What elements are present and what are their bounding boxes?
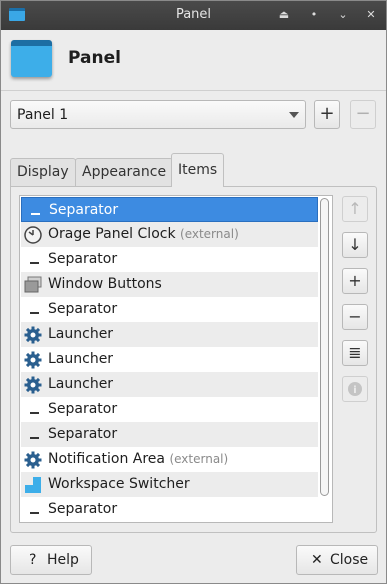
dialog-header: Panel — [1, 30, 386, 91]
item-name: Separator — [48, 426, 118, 442]
list-item[interactable]: Separator — [21, 297, 318, 322]
panel-select[interactable]: Panel 1 — [10, 100, 306, 129]
item-name: Separator — [48, 301, 118, 317]
item-name: Launcher — [48, 326, 114, 342]
item-extra: (external) — [169, 452, 229, 466]
panel-select-value: Panel 1 — [17, 107, 69, 123]
list-item-label: Launcher — [48, 372, 113, 397]
tab-items[interactable]: Items — [171, 153, 225, 187]
separator-icon — [24, 401, 42, 419]
list-item[interactable]: Orage Panel Clock (external) — [21, 222, 318, 247]
dialog-heading: Panel — [68, 48, 121, 68]
title-bar[interactable]: Panel ⏏ • ⌄ ✕ — [1, 1, 386, 30]
item-name: Workspace Switcher — [48, 476, 190, 492]
help-button[interactable]: ? Help — [10, 545, 92, 575]
list-item-label: Separator — [48, 497, 117, 522]
help-label: Help — [47, 552, 79, 568]
gear-icon — [24, 376, 42, 394]
item-name: Orage Panel Clock — [48, 226, 176, 242]
panel-icon — [11, 40, 52, 77]
separator-icon — [24, 251, 42, 269]
scrollbar[interactable] — [320, 198, 329, 496]
list-item[interactable]: Launcher — [21, 372, 318, 397]
list-item-label: Notification Area (external) — [48, 447, 228, 472]
list-item-label: Orage Panel Clock (external) — [48, 222, 239, 247]
list-item[interactable]: Notification Area (external) — [21, 447, 318, 472]
list-item[interactable]: Separator — [21, 247, 318, 272]
item-name: Separator — [49, 202, 119, 218]
list-item-label: Workspace Switcher — [48, 472, 190, 497]
list-item-label: Separator — [48, 397, 117, 422]
remove-item-button[interactable]: − — [342, 304, 368, 330]
maximize-icon[interactable]: ⌄ — [335, 7, 351, 23]
info-icon: i — [348, 382, 362, 396]
add-panel-button[interactable]: + — [314, 100, 340, 129]
list-item[interactable]: Separator — [21, 422, 318, 447]
item-name: Notification Area — [48, 451, 165, 467]
move-up-button[interactable]: ↑ — [342, 196, 368, 222]
svg-text:i: i — [353, 385, 356, 396]
list-item[interactable]: Separator — [21, 197, 318, 222]
close-icon: ✕ — [311, 552, 323, 568]
list-item[interactable]: Workspace Switcher — [21, 472, 318, 497]
list-item-label: Launcher — [48, 322, 113, 347]
list-item[interactable]: Separator — [21, 397, 318, 422]
window-buttons-icon — [24, 276, 42, 294]
move-down-button[interactable]: ↓ — [342, 232, 368, 258]
item-name: Separator — [48, 401, 118, 417]
gear-icon — [24, 326, 42, 344]
chevron-down-icon — [289, 112, 299, 118]
separator-icon — [24, 501, 42, 519]
remove-panel-button[interactable]: − — [350, 100, 376, 129]
clock-icon — [24, 226, 42, 244]
list-item-label: Window Buttons — [48, 272, 162, 297]
about-item-button[interactable]: i — [342, 376, 368, 402]
item-name: Separator — [48, 251, 118, 267]
panel-preferences-window: Panel ⏏ • ⌄ ✕ Panel Panel 1 + − Display … — [0, 0, 387, 584]
header-divider — [1, 90, 386, 91]
panel-items-list[interactable]: Separator Orage Panel Clock (external) Sep… — [19, 195, 333, 523]
separator-icon — [24, 426, 42, 444]
shade-icon[interactable]: ⏏ — [276, 7, 292, 23]
item-name: Launcher — [48, 351, 114, 367]
tab-display[interactable]: Display — [10, 158, 76, 186]
workspace-icon — [24, 476, 42, 494]
list-item[interactable]: Launcher — [21, 322, 318, 347]
separator-icon — [25, 202, 43, 220]
list-item-label: Separator — [48, 297, 117, 322]
list-item[interactable]: Launcher — [21, 347, 318, 372]
list-item-label: Launcher — [48, 347, 113, 372]
item-name: Window Buttons — [48, 276, 162, 292]
window-title: Panel — [175, 7, 212, 22]
gear-icon — [24, 451, 42, 469]
list-item-label: Separator — [49, 198, 118, 223]
item-name: Separator — [48, 501, 118, 517]
list-item[interactable]: Window Buttons — [21, 272, 318, 297]
minimize-icon[interactable]: • — [306, 7, 322, 23]
close-window-icon[interactable]: ✕ — [363, 7, 379, 23]
add-item-button[interactable]: + — [342, 268, 368, 294]
list-item-label: Separator — [48, 422, 117, 447]
help-icon: ? — [29, 552, 37, 568]
item-name: Launcher — [48, 376, 114, 392]
tab-appearance[interactable]: Appearance — [75, 158, 174, 186]
separator-icon — [24, 301, 42, 319]
edit-item-button[interactable]: ≣ — [342, 340, 368, 366]
list-item[interactable]: Separator — [21, 497, 318, 522]
close-label: Close — [330, 552, 369, 568]
close-button[interactable]: ✕ Close — [296, 545, 378, 575]
gear-icon — [24, 351, 42, 369]
list-item-label: Separator — [48, 247, 117, 272]
item-extra: (external) — [180, 227, 239, 241]
